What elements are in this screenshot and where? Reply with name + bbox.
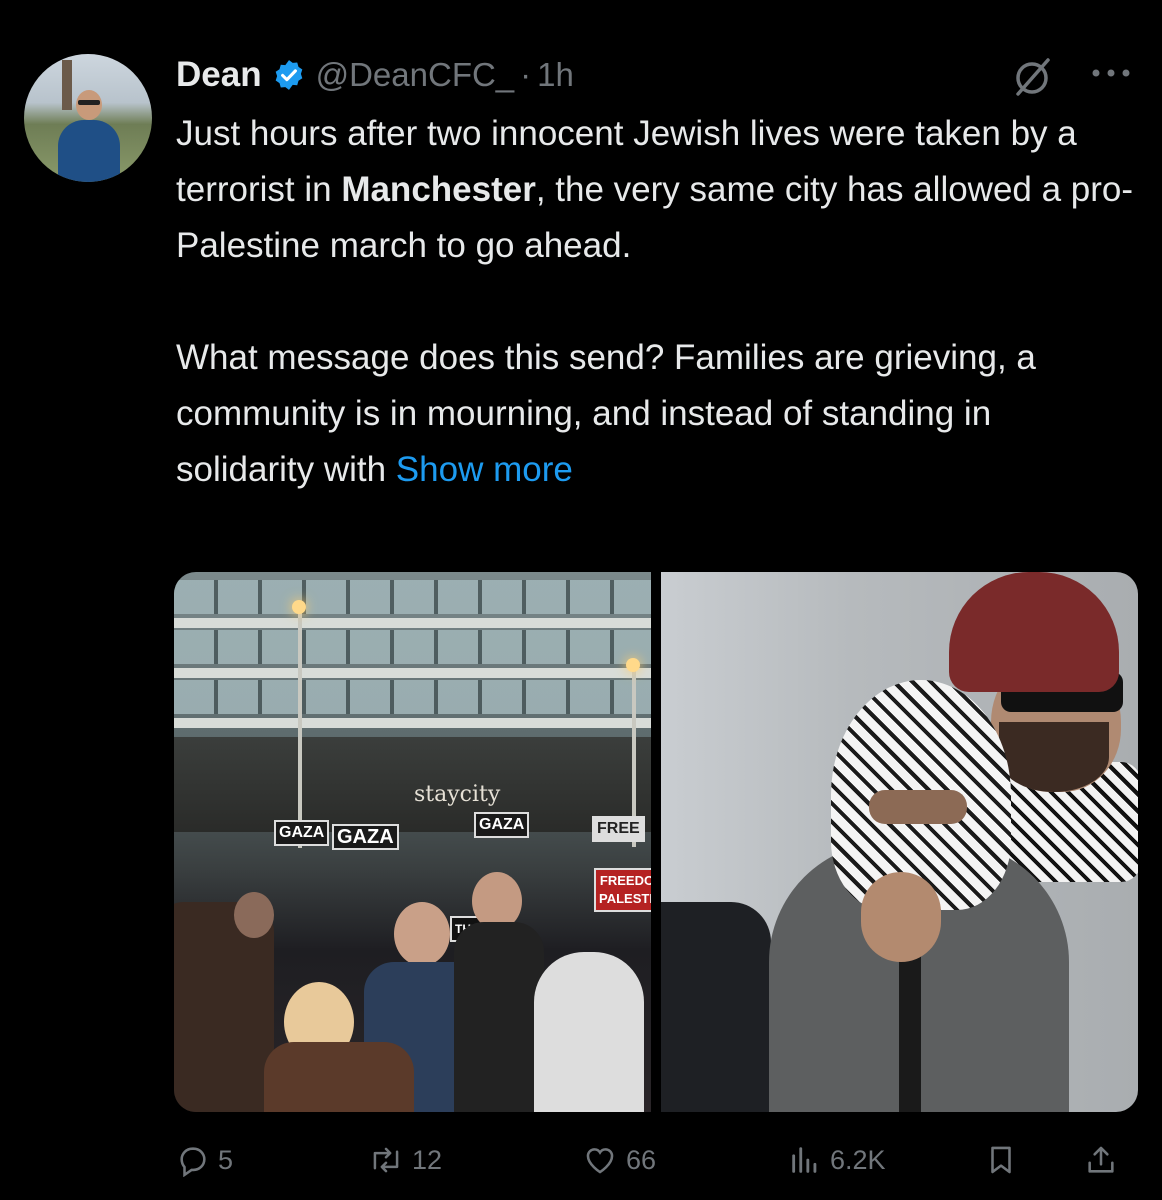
- protest-sign: FREEDO PALESTIN: [594, 868, 651, 912]
- street-lamp: [626, 658, 640, 672]
- tweet-text-part2: , the very same city has allowed a pro-P…: [176, 170, 1134, 489]
- protest-sign: GAZA: [474, 812, 530, 838]
- red-beanie: [949, 572, 1119, 692]
- storefront-sign: staycity: [414, 782, 501, 807]
- repost-count: 12: [412, 1144, 443, 1175]
- repost-button[interactable]: 12: [368, 1138, 442, 1182]
- author-handle[interactable]: @DeanCFC_: [316, 56, 515, 94]
- building-windows: [174, 580, 651, 614]
- show-more-link[interactable]: Show more: [396, 450, 573, 489]
- avatar-tower: [62, 60, 72, 110]
- protest-sign: FREE: [592, 816, 645, 842]
- building-windows: [174, 680, 651, 714]
- action-bar: 5 12 66 6.2K: [176, 1138, 1136, 1182]
- more-icon[interactable]: [1086, 58, 1136, 88]
- protester: [454, 922, 544, 1112]
- avatar-head: [76, 90, 102, 120]
- shopfront: [174, 737, 651, 832]
- like-count: 66: [626, 1144, 657, 1175]
- avatar[interactable]: [24, 54, 152, 182]
- protest-march-photo[interactable]: staycity GAZA GAZA GAZA FREE FREEDO PALE…: [174, 572, 651, 1112]
- reply-icon: [180, 1147, 206, 1177]
- protester: [534, 952, 644, 1112]
- views-count: 6.2K: [830, 1144, 886, 1175]
- bookmark-icon: [991, 1146, 1011, 1174]
- masked-protesters-photo[interactable]: [661, 572, 1138, 1112]
- building-band: [174, 668, 651, 678]
- like-icon: [586, 1148, 614, 1174]
- street-lamp: [292, 600, 306, 614]
- separator-dot: ·: [520, 56, 532, 93]
- protester-head: [394, 902, 450, 966]
- protest-sign: GAZA: [332, 824, 399, 850]
- verified-badge-icon: [275, 60, 302, 90]
- reply-button[interactable]: 5: [176, 1138, 233, 1182]
- avatar-body: [58, 120, 120, 182]
- bookmark-button[interactable]: [984, 1138, 1018, 1182]
- street-light: [298, 608, 302, 848]
- timestamp[interactable]: 1h: [537, 56, 574, 94]
- share-button[interactable]: [1084, 1138, 1118, 1182]
- building-band: [174, 718, 651, 728]
- like-button[interactable]: 66: [582, 1138, 656, 1182]
- protester-eyes: [869, 790, 967, 824]
- reply-count: 5: [218, 1144, 234, 1175]
- tweet-media: staycity GAZA GAZA GAZA FREE FREEDO PALE…: [174, 572, 1138, 1112]
- building-windows: [174, 630, 651, 664]
- background-figure: [661, 902, 771, 1112]
- author-name[interactable]: Dean: [176, 55, 262, 95]
- repost-icon: [373, 1147, 399, 1173]
- tweet-bold-location: Manchester: [341, 170, 536, 209]
- tweet-text: Just hours after two innocent Jewish liv…: [176, 106, 1136, 498]
- share-icon: [1088, 1146, 1114, 1173]
- protest-sign: GAZA: [274, 820, 330, 846]
- views-button[interactable]: 6.2K: [788, 1138, 886, 1182]
- grok-icon[interactable]: [1010, 54, 1056, 100]
- avatar-glasses: [78, 100, 100, 105]
- protester-hand: [861, 872, 941, 962]
- protester: [264, 1042, 414, 1112]
- building-band: [174, 618, 651, 628]
- protester-beard: [999, 722, 1109, 792]
- protester-head: [234, 892, 274, 938]
- views-icon: [792, 1147, 817, 1173]
- tweet-header: Dean @DeanCFC_ · 1h: [176, 52, 574, 98]
